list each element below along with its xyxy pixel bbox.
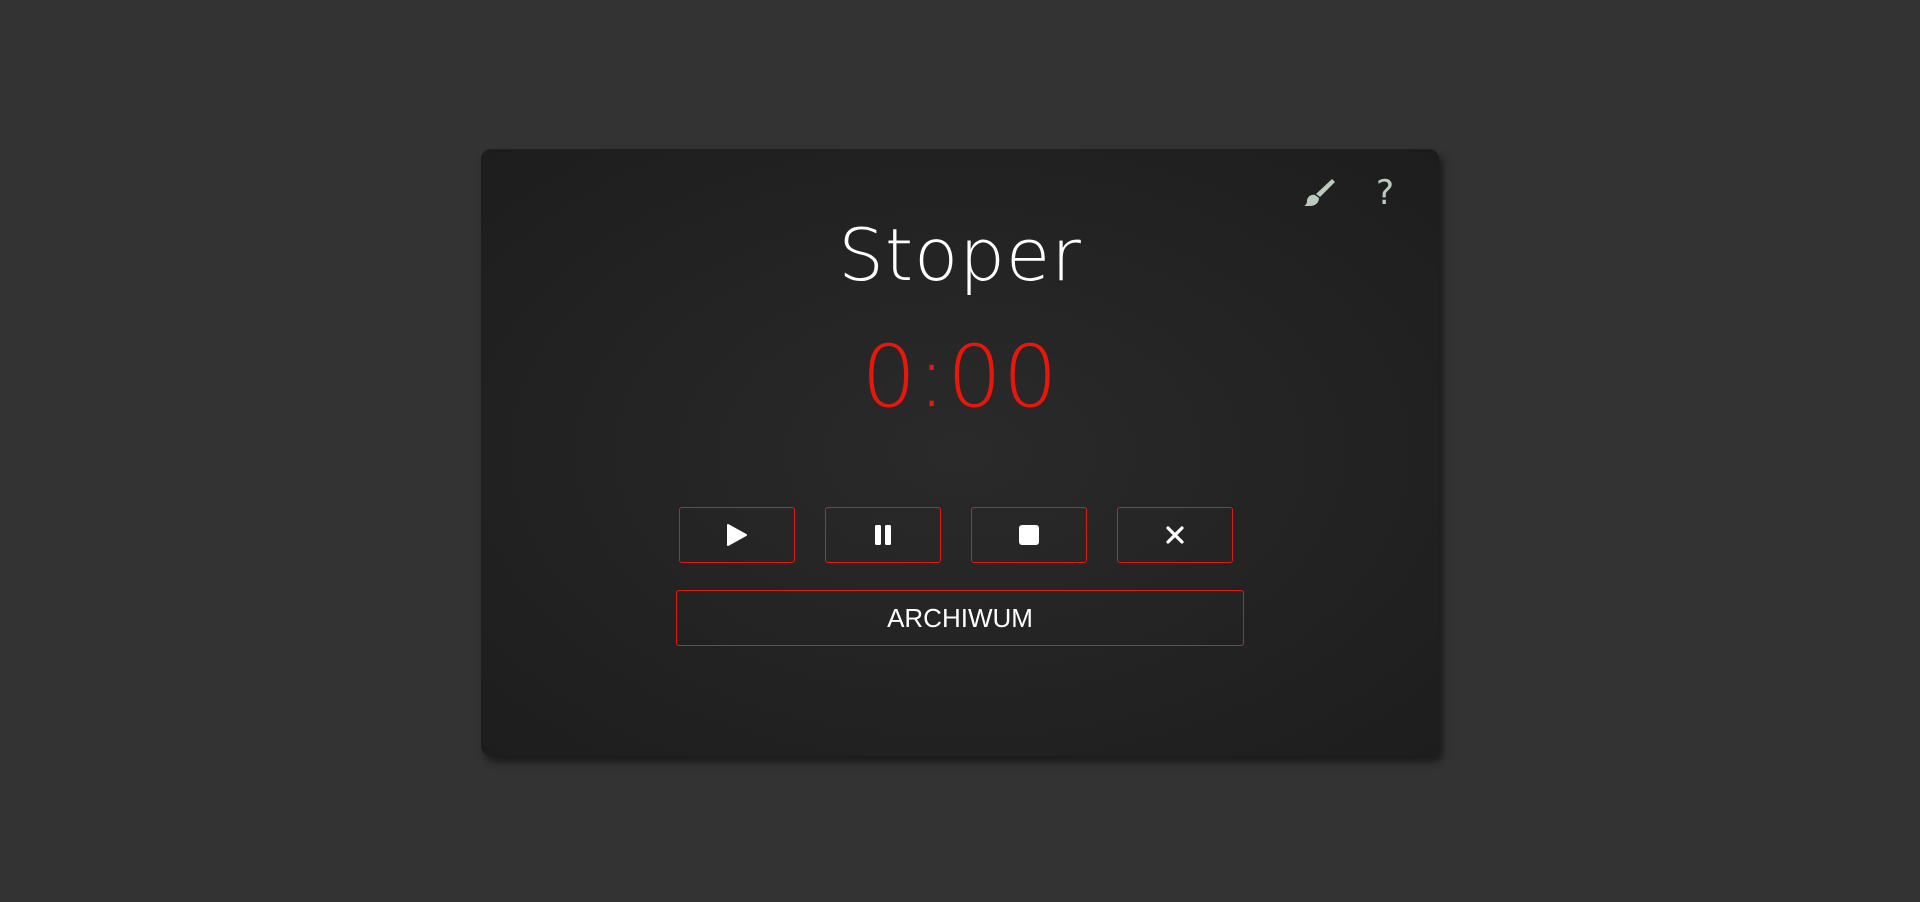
stop-button[interactable] <box>971 507 1087 563</box>
paint-brush-icon[interactable] <box>1301 175 1337 211</box>
play-button[interactable] <box>679 507 795 563</box>
help-icon[interactable]: ? <box>1367 175 1403 211</box>
archive-button[interactable]: ARCHIWUM <box>676 590 1244 646</box>
stop-icon <box>1019 525 1039 545</box>
time-display: 0:00 <box>861 327 1059 427</box>
stopwatch-card: ? Stoper 0:00 ARCHIWUM <box>481 149 1439 756</box>
pause-icon <box>875 525 891 545</box>
control-buttons <box>679 507 1233 563</box>
close-icon <box>1166 526 1184 544</box>
reset-button[interactable] <box>1117 507 1233 563</box>
app-title: Stoper <box>838 213 1082 297</box>
play-icon <box>727 524 747 546</box>
pause-button[interactable] <box>825 507 941 563</box>
top-icons: ? <box>1301 175 1403 211</box>
help-label: ? <box>1375 173 1395 213</box>
